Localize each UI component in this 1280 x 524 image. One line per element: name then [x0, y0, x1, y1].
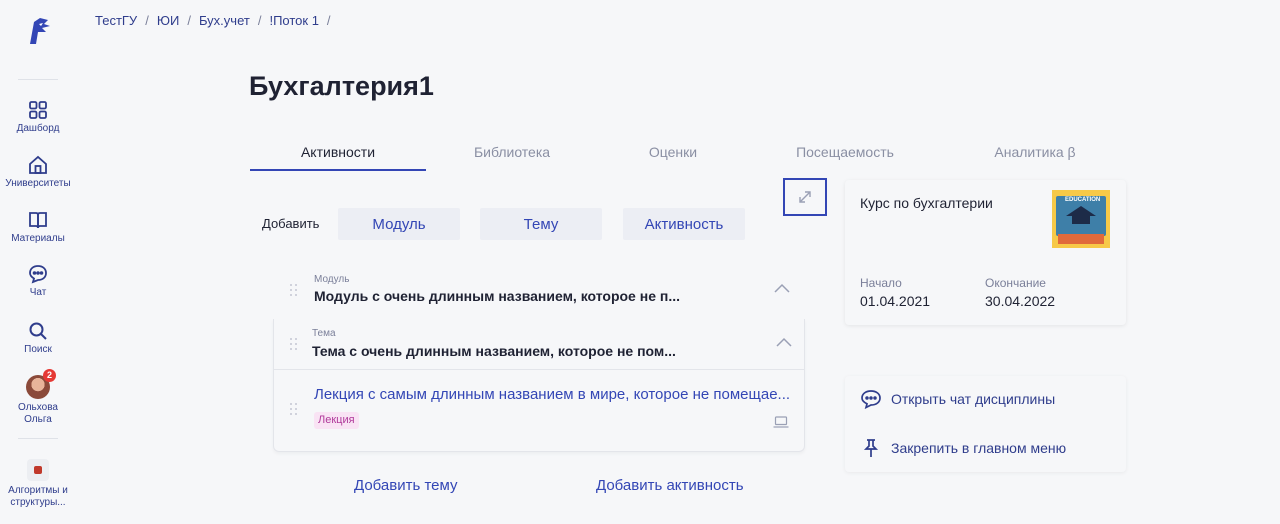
add-label: Добавить	[262, 216, 320, 231]
course-image-text: EDUCATION	[1065, 197, 1101, 203]
notification-badge: 2	[43, 369, 56, 382]
topic-title[interactable]: Тема с очень длинным названием, которое …	[312, 343, 676, 359]
tab-library[interactable]: Библиотека	[426, 144, 598, 160]
pin-button[interactable]: Закрепить в главном меню	[860, 438, 1066, 458]
sidebar-item-label: Чат	[29, 287, 47, 298]
user-name-line1: Ольхова	[18, 402, 58, 413]
topic-drag-handle[interactable]	[290, 338, 298, 350]
topic-collapse-icon[interactable]	[776, 337, 792, 347]
sidebar: Дашборд Университеты Материалы Чат Поиск…	[0, 0, 76, 524]
course-image: EDUCATION	[1052, 190, 1110, 248]
open-chat-button[interactable]: Открыть чат дисциплины	[860, 389, 1055, 409]
search-icon	[29, 322, 47, 340]
sidebar-divider	[18, 438, 58, 439]
breadcrumb-separator: /	[326, 13, 331, 28]
course-name-line2: структуры...	[10, 497, 66, 508]
lesson-link[interactable]: Лекция с самым длинным названием в мире,…	[314, 386, 790, 403]
sidebar-item-profile[interactable]: 2 Ольхова Ольга	[0, 369, 76, 426]
book-icon	[29, 212, 47, 229]
breadcrumb: ТестГУ / ЮИ / Бух.учет / !Поток 1 /	[95, 13, 331, 28]
module-caption: Модуль	[314, 274, 350, 285]
sidebar-divider	[18, 79, 58, 80]
pin-label: Закрепить в главном меню	[891, 440, 1067, 456]
sidebar-item-search[interactable]: Поиск	[0, 321, 76, 356]
add-activity-button[interactable]: Активность	[623, 208, 745, 240]
sidebar-item-chat[interactable]: Чат	[0, 264, 76, 299]
page-title: Бухгалтерия1	[249, 71, 434, 101]
breadcrumb-item[interactable]: Бух.учет	[199, 13, 250, 28]
breadcrumb-item[interactable]: ТестГУ	[95, 13, 137, 28]
expand-button[interactable]	[783, 178, 827, 216]
add-topic-link[interactable]: Добавить тему	[354, 477, 457, 494]
active-tab-indicator	[250, 169, 426, 171]
sidebar-item-label: Университеты	[5, 178, 71, 189]
tab-grades[interactable]: Оценки	[598, 144, 748, 160]
topic-caption: Тема	[312, 328, 336, 339]
lesson-type-badge: Лекция	[314, 412, 359, 429]
expand-icon	[799, 191, 811, 203]
start-date-value: 01.04.2021	[860, 293, 931, 309]
add-topic-button[interactable]: Тему	[480, 208, 602, 240]
end-date-label: Окончание	[985, 276, 1046, 290]
university-icon	[29, 155, 47, 174]
lesson-drag-handle[interactable]	[290, 403, 298, 415]
course-name-line1: Алгоритмы и	[8, 485, 68, 496]
sidebar-item-materials[interactable]: Материалы	[0, 210, 76, 245]
tab-activities[interactable]: Активности	[250, 144, 426, 160]
breadcrumb-separator: /	[145, 13, 149, 28]
sidebar-item-label: Дашборд	[16, 123, 60, 134]
tab-bar: Активности Библиотека Оценки Посещаемост…	[250, 144, 894, 172]
module-title[interactable]: Модуль с очень длинным названием, которо…	[314, 288, 680, 304]
sidebar-item-universities[interactable]: Университеты	[0, 155, 76, 190]
tab-analytics[interactable]: Аналитика β	[985, 144, 1085, 160]
tab-attendance[interactable]: Посещаемость	[760, 144, 930, 160]
add-module-button[interactable]: Модуль	[338, 208, 460, 240]
module-drag-handle[interactable]	[290, 284, 298, 296]
breadcrumb-item[interactable]: !Поток 1	[269, 13, 318, 28]
breadcrumb-separator: /	[187, 13, 191, 28]
chat-icon	[861, 390, 881, 409]
divider	[274, 369, 804, 370]
module-collapse-icon[interactable]	[774, 283, 790, 293]
sidebar-item-label: Поиск	[24, 344, 52, 355]
user-name-line2: Ольга	[24, 414, 52, 425]
sidebar-item-course[interactable]: Алгоритмы и структуры...	[0, 459, 76, 509]
course-icon	[27, 459, 49, 481]
sidebar-item-dashboard[interactable]: Дашборд	[0, 100, 76, 135]
start-date-label: Начало	[860, 276, 902, 290]
laptop-icon	[773, 416, 789, 428]
course-name: Курс по бухгалтерии	[860, 195, 993, 211]
pin-icon	[863, 439, 879, 457]
chat-icon	[29, 265, 47, 284]
sidebar-item-label: Материалы	[11, 233, 65, 244]
breadcrumb-separator: /	[257, 13, 262, 28]
end-date-value: 30.04.2022	[985, 293, 1056, 309]
dashboard-icon	[29, 101, 47, 119]
breadcrumb-item[interactable]: ЮИ	[157, 13, 179, 28]
open-chat-label: Открыть чат дисциплины	[891, 391, 1056, 407]
logo-icon[interactable]	[22, 14, 56, 48]
add-activity-link[interactable]: Добавить активность	[596, 477, 744, 494]
